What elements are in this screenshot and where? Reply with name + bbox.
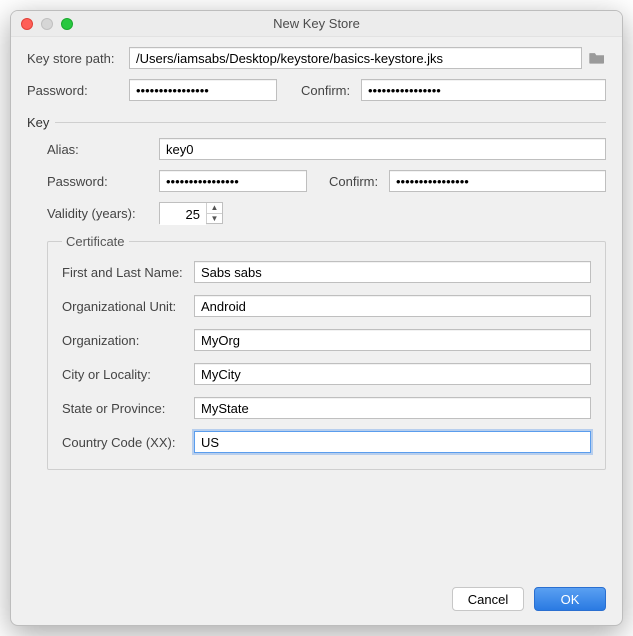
city-input[interactable] <box>194 363 591 385</box>
divider <box>55 122 606 123</box>
key-label: Key <box>27 115 49 130</box>
window-title: New Key Store <box>11 16 622 31</box>
alias-input[interactable] <box>159 138 606 160</box>
first-last-input[interactable] <box>194 261 591 283</box>
stepper-up-icon[interactable]: ▲ <box>207 203 222 214</box>
password-label: Password: <box>27 83 129 98</box>
certificate-legend: Certificate <box>62 234 129 249</box>
validity-row: Validity (years): ▲ ▼ <box>47 202 606 224</box>
keystore-path-label: Key store path: <box>27 51 129 66</box>
first-last-label: First and Last Name: <box>62 265 194 280</box>
key-confirm-input[interactable] <box>389 170 606 192</box>
validity-stepper[interactable]: ▲ ▼ <box>159 202 223 224</box>
dialog-footer: Cancel OK <box>27 573 606 611</box>
org-unit-label: Organizational Unit: <box>62 299 194 314</box>
validity-input[interactable] <box>160 203 206 225</box>
org-input[interactable] <box>194 329 591 351</box>
country-row: Country Code (XX): <box>62 431 591 453</box>
org-unit-input[interactable] <box>194 295 591 317</box>
key-confirm-label: Confirm: <box>329 174 389 189</box>
key-password-input[interactable] <box>159 170 307 192</box>
traffic-lights <box>11 18 73 30</box>
confirm-input[interactable] <box>361 79 606 101</box>
org-unit-row: Organizational Unit: <box>62 295 591 317</box>
first-last-row: First and Last Name: <box>62 261 591 283</box>
state-row: State or Province: <box>62 397 591 419</box>
country-input[interactable] <box>194 431 591 453</box>
password-input[interactable] <box>129 79 277 101</box>
close-icon[interactable] <box>21 18 33 30</box>
key-password-row: Password: Confirm: <box>47 170 606 192</box>
folder-icon[interactable] <box>588 51 606 65</box>
dialog-window: New Key Store Key store path: Password: … <box>10 10 623 626</box>
minimize-icon <box>41 18 53 30</box>
country-label: Country Code (XX): <box>62 435 194 450</box>
state-label: State or Province: <box>62 401 194 416</box>
alias-label: Alias: <box>47 142 159 157</box>
titlebar: New Key Store <box>11 11 622 37</box>
certificate-fieldset: Certificate First and Last Name: Organiz… <box>47 234 606 470</box>
org-label: Organization: <box>62 333 194 348</box>
state-input[interactable] <box>194 397 591 419</box>
password-row: Password: Confirm: <box>27 79 606 101</box>
validity-label: Validity (years): <box>47 206 159 221</box>
zoom-icon[interactable] <box>61 18 73 30</box>
key-password-label: Password: <box>47 174 159 189</box>
city-label: City or Locality: <box>62 367 194 382</box>
alias-row: Alias: <box>47 138 606 160</box>
city-row: City or Locality: <box>62 363 591 385</box>
keystore-path-row: Key store path: <box>27 47 606 69</box>
confirm-label: Confirm: <box>301 83 361 98</box>
stepper-down-icon[interactable]: ▼ <box>207 214 222 224</box>
org-row: Organization: <box>62 329 591 351</box>
key-section-header: Key <box>27 115 606 130</box>
keystore-path-input[interactable] <box>129 47 582 69</box>
dialog-content: Key store path: Password: Confirm: Key A… <box>11 37 622 625</box>
cancel-button[interactable]: Cancel <box>452 587 524 611</box>
ok-button[interactable]: OK <box>534 587 606 611</box>
